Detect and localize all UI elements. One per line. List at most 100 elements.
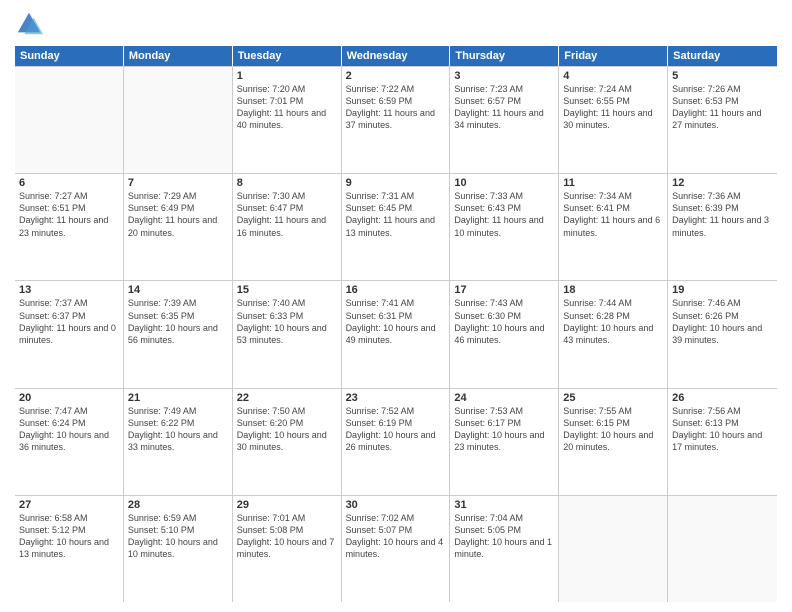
- day-detail: Sunrise: 7:40 AM Sunset: 6:33 PM Dayligh…: [237, 297, 337, 346]
- day-cell-25: 25Sunrise: 7:55 AM Sunset: 6:15 PM Dayli…: [559, 389, 668, 495]
- day-detail: Sunrise: 7:39 AM Sunset: 6:35 PM Dayligh…: [128, 297, 228, 346]
- day-number: 13: [19, 284, 119, 296]
- day-number: 18: [563, 284, 663, 296]
- day-cell-7: 7Sunrise: 7:29 AM Sunset: 6:49 PM Daylig…: [124, 174, 233, 280]
- day-cell-21: 21Sunrise: 7:49 AM Sunset: 6:22 PM Dayli…: [124, 389, 233, 495]
- day-cell-31: 31Sunrise: 7:04 AM Sunset: 5:05 PM Dayli…: [450, 496, 559, 602]
- day-number: 22: [237, 392, 337, 404]
- empty-cell: [124, 67, 233, 173]
- calendar-row-1: 1Sunrise: 7:20 AM Sunset: 7:01 PM Daylig…: [15, 66, 777, 173]
- day-number: 17: [454, 284, 554, 296]
- day-cell-16: 16Sunrise: 7:41 AM Sunset: 6:31 PM Dayli…: [342, 281, 451, 387]
- day-number: 25: [563, 392, 663, 404]
- day-number: 23: [346, 392, 446, 404]
- day-cell-13: 13Sunrise: 7:37 AM Sunset: 6:37 PM Dayli…: [15, 281, 124, 387]
- day-cell-1: 1Sunrise: 7:20 AM Sunset: 7:01 PM Daylig…: [233, 67, 342, 173]
- day-detail: Sunrise: 6:58 AM Sunset: 5:12 PM Dayligh…: [19, 512, 119, 561]
- day-detail: Sunrise: 7:49 AM Sunset: 6:22 PM Dayligh…: [128, 405, 228, 454]
- calendar-body: 1Sunrise: 7:20 AM Sunset: 7:01 PM Daylig…: [15, 66, 777, 602]
- day-cell-17: 17Sunrise: 7:43 AM Sunset: 6:30 PM Dayli…: [450, 281, 559, 387]
- day-number: 9: [346, 177, 446, 189]
- day-cell-26: 26Sunrise: 7:56 AM Sunset: 6:13 PM Dayli…: [668, 389, 777, 495]
- empty-cell: [559, 496, 668, 602]
- day-cell-22: 22Sunrise: 7:50 AM Sunset: 6:20 PM Dayli…: [233, 389, 342, 495]
- day-number: 11: [563, 177, 663, 189]
- day-detail: Sunrise: 7:50 AM Sunset: 6:20 PM Dayligh…: [237, 405, 337, 454]
- logo-icon: [15, 10, 43, 38]
- day-detail: Sunrise: 7:52 AM Sunset: 6:19 PM Dayligh…: [346, 405, 446, 454]
- day-detail: Sunrise: 7:41 AM Sunset: 6:31 PM Dayligh…: [346, 297, 446, 346]
- day-cell-10: 10Sunrise: 7:33 AM Sunset: 6:43 PM Dayli…: [450, 174, 559, 280]
- day-number: 19: [672, 284, 773, 296]
- day-cell-8: 8Sunrise: 7:30 AM Sunset: 6:47 PM Daylig…: [233, 174, 342, 280]
- day-number: 31: [454, 499, 554, 511]
- day-number: 4: [563, 70, 663, 82]
- day-number: 15: [237, 284, 337, 296]
- logo: [15, 10, 45, 38]
- day-detail: Sunrise: 7:44 AM Sunset: 6:28 PM Dayligh…: [563, 297, 663, 346]
- day-number: 26: [672, 392, 773, 404]
- header: [15, 10, 777, 38]
- day-number: 28: [128, 499, 228, 511]
- day-detail: Sunrise: 7:47 AM Sunset: 6:24 PM Dayligh…: [19, 405, 119, 454]
- day-number: 2: [346, 70, 446, 82]
- day-cell-28: 28Sunrise: 6:59 AM Sunset: 5:10 PM Dayli…: [124, 496, 233, 602]
- day-cell-24: 24Sunrise: 7:53 AM Sunset: 6:17 PM Dayli…: [450, 389, 559, 495]
- day-detail: Sunrise: 7:02 AM Sunset: 5:07 PM Dayligh…: [346, 512, 446, 561]
- day-cell-4: 4Sunrise: 7:24 AM Sunset: 6:55 PM Daylig…: [559, 67, 668, 173]
- weekday-header-tuesday: Tuesday: [233, 46, 342, 66]
- day-cell-20: 20Sunrise: 7:47 AM Sunset: 6:24 PM Dayli…: [15, 389, 124, 495]
- weekday-header-saturday: Saturday: [668, 46, 777, 66]
- day-detail: Sunrise: 7:04 AM Sunset: 5:05 PM Dayligh…: [454, 512, 554, 561]
- day-detail: Sunrise: 7:34 AM Sunset: 6:41 PM Dayligh…: [563, 190, 663, 239]
- day-number: 7: [128, 177, 228, 189]
- empty-cell: [668, 496, 777, 602]
- day-detail: Sunrise: 7:24 AM Sunset: 6:55 PM Dayligh…: [563, 83, 663, 132]
- day-detail: Sunrise: 7:33 AM Sunset: 6:43 PM Dayligh…: [454, 190, 554, 239]
- day-cell-15: 15Sunrise: 7:40 AM Sunset: 6:33 PM Dayli…: [233, 281, 342, 387]
- day-number: 20: [19, 392, 119, 404]
- weekday-header-friday: Friday: [559, 46, 668, 66]
- day-cell-19: 19Sunrise: 7:46 AM Sunset: 6:26 PM Dayli…: [668, 281, 777, 387]
- day-number: 6: [19, 177, 119, 189]
- day-number: 14: [128, 284, 228, 296]
- calendar-row-2: 6Sunrise: 7:27 AM Sunset: 6:51 PM Daylig…: [15, 173, 777, 280]
- day-cell-2: 2Sunrise: 7:22 AM Sunset: 6:59 PM Daylig…: [342, 67, 451, 173]
- weekday-header-wednesday: Wednesday: [342, 46, 451, 66]
- calendar: SundayMondayTuesdayWednesdayThursdayFrid…: [15, 46, 777, 602]
- day-number: 10: [454, 177, 554, 189]
- day-detail: Sunrise: 7:29 AM Sunset: 6:49 PM Dayligh…: [128, 190, 228, 239]
- day-cell-18: 18Sunrise: 7:44 AM Sunset: 6:28 PM Dayli…: [559, 281, 668, 387]
- day-detail: Sunrise: 7:20 AM Sunset: 7:01 PM Dayligh…: [237, 83, 337, 132]
- day-cell-12: 12Sunrise: 7:36 AM Sunset: 6:39 PM Dayli…: [668, 174, 777, 280]
- day-number: 1: [237, 70, 337, 82]
- day-detail: Sunrise: 7:46 AM Sunset: 6:26 PM Dayligh…: [672, 297, 773, 346]
- day-number: 24: [454, 392, 554, 404]
- day-detail: Sunrise: 7:56 AM Sunset: 6:13 PM Dayligh…: [672, 405, 773, 454]
- day-detail: Sunrise: 7:55 AM Sunset: 6:15 PM Dayligh…: [563, 405, 663, 454]
- day-detail: Sunrise: 7:23 AM Sunset: 6:57 PM Dayligh…: [454, 83, 554, 132]
- day-cell-29: 29Sunrise: 7:01 AM Sunset: 5:08 PM Dayli…: [233, 496, 342, 602]
- day-cell-11: 11Sunrise: 7:34 AM Sunset: 6:41 PM Dayli…: [559, 174, 668, 280]
- day-detail: Sunrise: 7:26 AM Sunset: 6:53 PM Dayligh…: [672, 83, 773, 132]
- day-detail: Sunrise: 7:53 AM Sunset: 6:17 PM Dayligh…: [454, 405, 554, 454]
- day-number: 29: [237, 499, 337, 511]
- day-number: 8: [237, 177, 337, 189]
- day-number: 27: [19, 499, 119, 511]
- day-number: 30: [346, 499, 446, 511]
- day-cell-3: 3Sunrise: 7:23 AM Sunset: 6:57 PM Daylig…: [450, 67, 559, 173]
- day-detail: Sunrise: 7:27 AM Sunset: 6:51 PM Dayligh…: [19, 190, 119, 239]
- day-cell-6: 6Sunrise: 7:27 AM Sunset: 6:51 PM Daylig…: [15, 174, 124, 280]
- day-number: 21: [128, 392, 228, 404]
- page: SundayMondayTuesdayWednesdayThursdayFrid…: [0, 0, 792, 612]
- weekday-header-thursday: Thursday: [450, 46, 559, 66]
- day-number: 3: [454, 70, 554, 82]
- calendar-row-5: 27Sunrise: 6:58 AM Sunset: 5:12 PM Dayli…: [15, 495, 777, 602]
- calendar-header: SundayMondayTuesdayWednesdayThursdayFrid…: [15, 46, 777, 66]
- day-cell-5: 5Sunrise: 7:26 AM Sunset: 6:53 PM Daylig…: [668, 67, 777, 173]
- calendar-row-4: 20Sunrise: 7:47 AM Sunset: 6:24 PM Dayli…: [15, 388, 777, 495]
- day-detail: Sunrise: 7:43 AM Sunset: 6:30 PM Dayligh…: [454, 297, 554, 346]
- day-detail: Sunrise: 7:30 AM Sunset: 6:47 PM Dayligh…: [237, 190, 337, 239]
- day-cell-23: 23Sunrise: 7:52 AM Sunset: 6:19 PM Dayli…: [342, 389, 451, 495]
- day-number: 16: [346, 284, 446, 296]
